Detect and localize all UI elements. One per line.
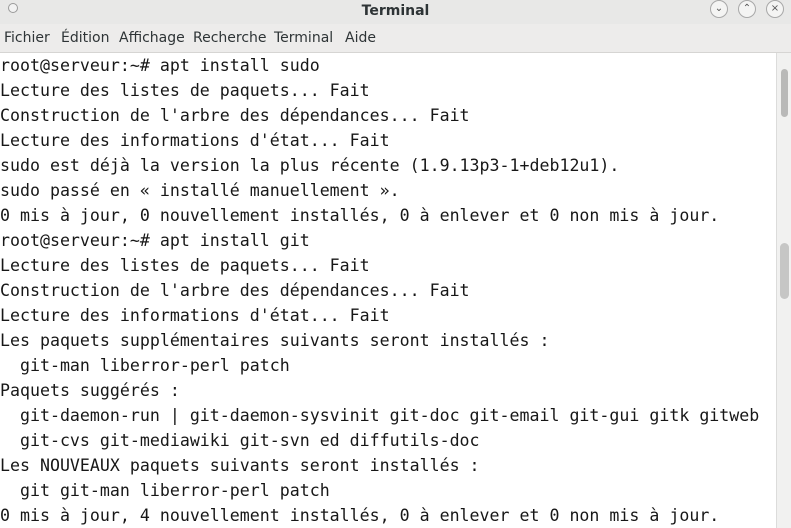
terminal-line: git-daemon-run | git-daemon-sysvinit git…	[0, 406, 760, 425]
close-button[interactable]: ×	[766, 0, 784, 18]
window-title: Terminal	[361, 3, 430, 19]
menu-edition[interactable]: Édition	[61, 30, 109, 46]
minimize-button[interactable]: ⌄	[710, 0, 728, 18]
maximize-button[interactable]: ⌃	[738, 0, 756, 18]
terminal-line: Lecture des informations d'état... Fait	[0, 131, 390, 150]
scrollbar-thumb[interactable]	[781, 69, 788, 117]
terminal-line: Construction de l'arbre des dépendances.…	[0, 106, 470, 125]
menu-bar: Fichier Édition Affichage Recherche Term…	[0, 24, 791, 53]
terminal-line: 0 mis à jour, 0 nouvellement installés, …	[0, 206, 720, 225]
terminal-window: Terminal ⌄ ⌃ × Fichier Édition Affichage…	[0, 0, 791, 528]
terminal-line: git-cvs git-mediawiki git-svn ed diffuti…	[0, 431, 480, 450]
terminal-line: sudo passé en « installé manuellement ».	[0, 181, 400, 200]
terminal-line: Les NOUVEAUX paquets suivants seront ins…	[0, 456, 480, 475]
terminal-line: root@serveur:~# apt install sudo	[0, 56, 320, 75]
terminal-line: Lecture des listes de paquets... Fait	[0, 81, 370, 100]
terminal-output[interactable]: root@serveur:~# apt install sudo Lecture…	[0, 53, 776, 528]
menu-aide[interactable]: Aide	[345, 30, 376, 46]
menu-fichier[interactable]: Fichier	[4, 30, 50, 46]
terminal-line: Les paquets supplémentaires suivants ser…	[0, 331, 550, 350]
terminal-line: Lecture des listes de paquets... Fait	[0, 256, 370, 275]
terminal-line: root@serveur:~# apt install git	[0, 231, 310, 250]
scrollbar-handle[interactable]	[780, 243, 789, 299]
menu-terminal[interactable]: Terminal	[274, 30, 333, 46]
terminal-line: git git-man liberror-perl patch	[0, 481, 330, 500]
terminal-line: git-man liberror-perl patch	[0, 356, 290, 375]
terminal-line: Paquets suggérés :	[0, 381, 180, 400]
terminal-line: Construction de l'arbre des dépendances.…	[0, 281, 470, 300]
menu-recherche[interactable]: Recherche	[193, 30, 267, 46]
terminal-line: Lecture des informations d'état... Fait	[0, 306, 390, 325]
menu-affichage[interactable]: Affichage	[119, 30, 185, 46]
title-bar[interactable]: Terminal ⌄ ⌃ ×	[0, 0, 791, 24]
terminal-line: sudo est déjà la version la plus récente…	[0, 156, 620, 175]
terminal-line: 0 mis à jour, 4 nouvellement installés, …	[0, 506, 720, 525]
vertical-scrollbar[interactable]	[776, 53, 791, 528]
